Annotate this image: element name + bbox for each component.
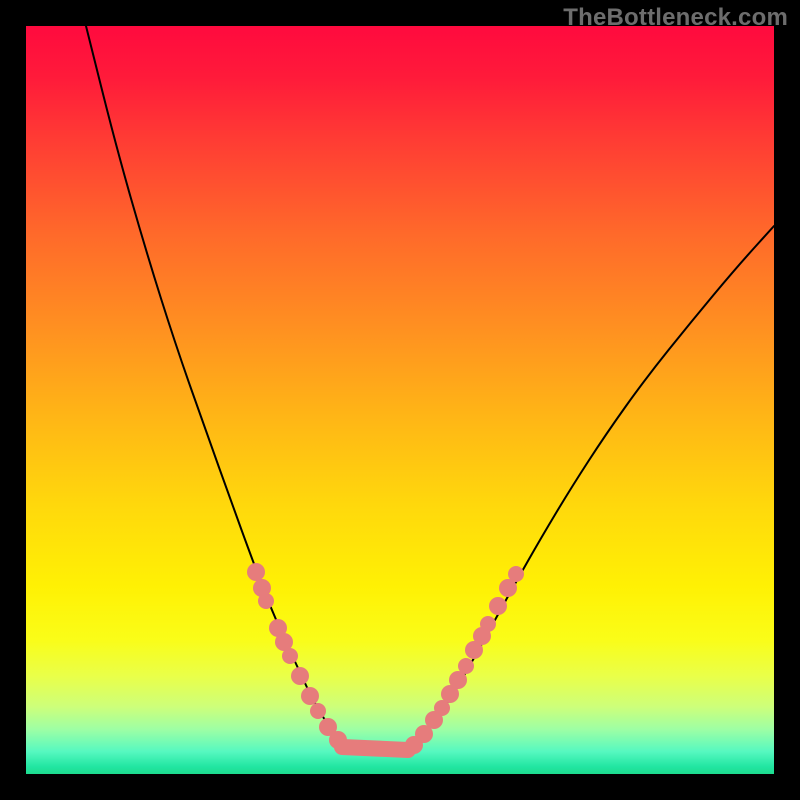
v-curve [86, 26, 774, 755]
bead-marker [301, 687, 319, 705]
plot-svg [26, 26, 774, 774]
bead-marker [458, 658, 474, 674]
beads-left-group [247, 563, 347, 749]
bead-marker [489, 597, 507, 615]
bead-marker [258, 593, 274, 609]
curve-bottom-highlight [342, 747, 408, 750]
bead-marker [508, 566, 524, 582]
bead-marker [282, 648, 298, 664]
bead-marker [247, 563, 265, 581]
bead-marker [291, 667, 309, 685]
beads-right-group [405, 566, 524, 754]
bead-marker [329, 731, 347, 749]
bead-marker [480, 616, 496, 632]
bead-marker [310, 703, 326, 719]
